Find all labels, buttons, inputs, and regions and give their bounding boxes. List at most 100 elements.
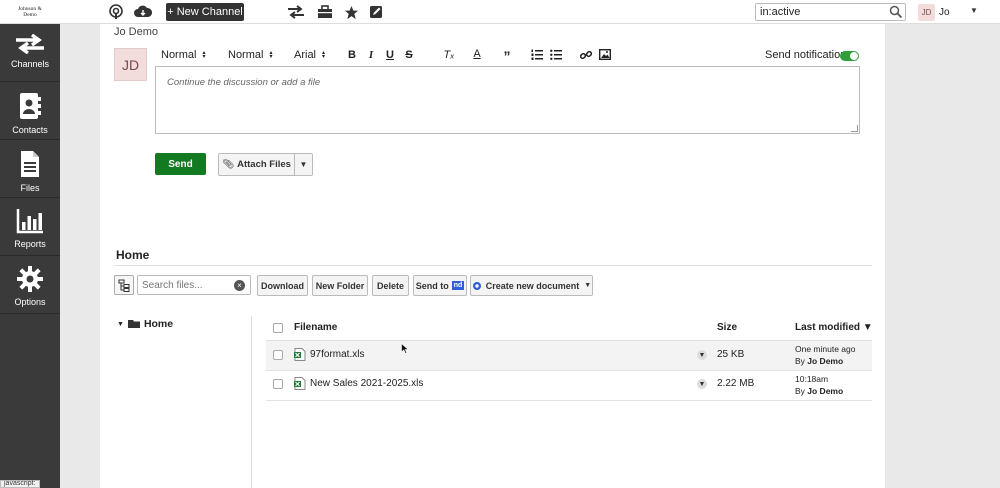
divider xyxy=(114,265,872,266)
modified-by: By Jo Demo xyxy=(795,356,843,366)
netdocuments-badge: nd xyxy=(451,281,465,290)
cloud-download-icon[interactable] xyxy=(134,3,152,21)
delete-button[interactable]: Delete xyxy=(372,275,409,296)
message-editor[interactable]: Continue the discussion or add a file xyxy=(155,66,860,134)
editor-placeholder: Continue the discussion or add a file xyxy=(167,77,321,88)
file-icon xyxy=(21,151,39,177)
row-actions-chevron-icon[interactable]: ▼ xyxy=(697,379,707,389)
excel-file-icon xyxy=(294,348,306,361)
contacts-icon xyxy=(20,93,41,119)
text-color-icon[interactable]: A xyxy=(470,48,484,60)
select-all-checkbox[interactable] xyxy=(273,323,283,333)
tree-icon xyxy=(118,279,130,292)
folder-open-icon xyxy=(127,320,140,328)
user-avatar: JD xyxy=(918,3,935,21)
underline-button[interactable]: U xyxy=(383,49,397,61)
gear-icon xyxy=(17,266,43,292)
mouse-cursor-icon xyxy=(401,343,409,354)
font-family-select[interactable]: Arial xyxy=(294,49,325,61)
divider xyxy=(266,400,872,401)
send-notification-label: Send notification xyxy=(765,49,847,61)
row-checkbox[interactable] xyxy=(273,379,283,389)
sidebar-item-label: Channels xyxy=(10,59,50,69)
sidebar-item-files[interactable]: Files xyxy=(0,140,60,198)
send-notification-toggle[interactable] xyxy=(840,51,859,61)
main-panel: Jo Demo JD Normal Normal Arial B I U S T… xyxy=(100,24,885,488)
row-checkbox[interactable] xyxy=(273,350,283,360)
modified-time: One minute ago xyxy=(795,344,856,354)
right-gutter xyxy=(885,24,1000,488)
modified-by-user: Jo Demo xyxy=(807,356,844,366)
row-actions-chevron-icon[interactable]: ▼ xyxy=(697,350,707,360)
clear-format-icon[interactable]: Tₓ xyxy=(442,49,456,61)
sidebar-item-options[interactable]: Options xyxy=(0,256,60,314)
global-search-input[interactable] xyxy=(755,3,906,21)
caret-down-icon: ▼ xyxy=(117,320,124,328)
modified-by-user: Jo Demo xyxy=(807,386,844,396)
file-size: 2.22 MB xyxy=(717,378,755,389)
quote-icon[interactable]: ” xyxy=(500,48,514,64)
chevron-down-icon[interactable]: ▼ xyxy=(970,6,978,15)
column-header-last-modified[interactable]: Last modified ▼ xyxy=(795,322,873,333)
search-icon[interactable] xyxy=(889,5,903,19)
tree-item-home[interactable]: ▼ Home xyxy=(117,318,173,330)
column-header-filename[interactable]: Filename xyxy=(294,322,337,333)
toolbox-icon[interactable] xyxy=(316,3,334,21)
folder-tree-toggle[interactable] xyxy=(114,275,134,295)
user-menu[interactable]: JD Jo xyxy=(918,3,950,21)
star-icon[interactable] xyxy=(342,3,360,21)
column-header-size[interactable]: Size xyxy=(717,322,737,333)
strikethrough-button[interactable]: S xyxy=(402,49,416,61)
sidebar-item-label: Reports xyxy=(14,239,46,249)
paperclip-icon: 📎︎ xyxy=(222,159,235,170)
ordered-list-icon[interactable] xyxy=(530,49,544,63)
clear-search-icon[interactable]: × xyxy=(234,280,245,291)
composer-user-name: Jo Demo xyxy=(114,26,159,38)
italic-button[interactable]: I xyxy=(364,49,378,61)
files-section-title: Home xyxy=(116,248,150,262)
attach-options-dropdown[interactable]: ▼ xyxy=(294,153,313,176)
modified-by-prefix: By xyxy=(795,356,808,366)
download-button[interactable]: Download xyxy=(257,275,308,296)
link-icon[interactable] xyxy=(579,49,593,64)
user-name: Jo xyxy=(939,6,950,18)
image-icon[interactable] xyxy=(598,48,612,63)
sidebar-item-contacts[interactable]: Contacts xyxy=(0,82,60,140)
sidebar-item-label: Options xyxy=(14,297,46,307)
company-logo[interactable]: Johnson & Demo xyxy=(0,0,60,24)
status-tooltip: javascript: xyxy=(0,480,40,488)
sidebar-item-reports[interactable]: Reports xyxy=(0,198,60,256)
swap-arrows-icon[interactable] xyxy=(287,3,305,21)
modified-by: By Jo Demo xyxy=(795,386,843,396)
tree-item-label: Home xyxy=(143,318,174,330)
sidebar-item-label: Files xyxy=(20,183,40,193)
send-button[interactable]: Send xyxy=(155,153,206,175)
attach-files-button[interactable]: 📎︎ Attach Files xyxy=(218,153,295,176)
sidebar-item-channels[interactable]: Channels xyxy=(0,24,60,82)
compose-icon[interactable] xyxy=(367,3,385,21)
resize-handle-icon[interactable] xyxy=(851,125,858,132)
caret-down-icon: ▼ xyxy=(584,282,592,289)
text-size-select[interactable]: Normal xyxy=(228,49,273,61)
file-name[interactable]: 97format.xls xyxy=(310,349,364,360)
bold-button[interactable]: B xyxy=(345,49,359,61)
gear-blue-icon xyxy=(472,281,481,290)
logo-line-2: Demo xyxy=(23,11,37,18)
broadcast-icon[interactable] xyxy=(107,3,125,21)
excel-file-icon xyxy=(294,377,306,390)
divider xyxy=(251,316,252,488)
arrows-icon xyxy=(16,34,44,54)
paragraph-style-select[interactable]: Normal xyxy=(161,49,206,61)
file-size: 25 KB xyxy=(717,349,745,360)
chart-icon xyxy=(16,209,43,234)
sidebar: Channels Contacts Files Reports Options xyxy=(0,24,60,488)
file-name[interactable]: New Sales 2021-2025.xls xyxy=(310,378,423,389)
modified-time: 10:18am xyxy=(795,374,829,384)
sidebar-item-label: Contacts xyxy=(12,125,48,135)
bullet-list-icon[interactable] xyxy=(549,49,563,63)
create-new-document-button[interactable]: Create new document ▼ xyxy=(470,275,593,296)
send-to-button[interactable]: Send to nd xyxy=(413,275,467,296)
new-channel-button[interactable]: + New Channel xyxy=(166,3,244,21)
new-folder-button[interactable]: New Folder xyxy=(312,275,368,296)
composer-avatar: JD xyxy=(114,48,147,81)
